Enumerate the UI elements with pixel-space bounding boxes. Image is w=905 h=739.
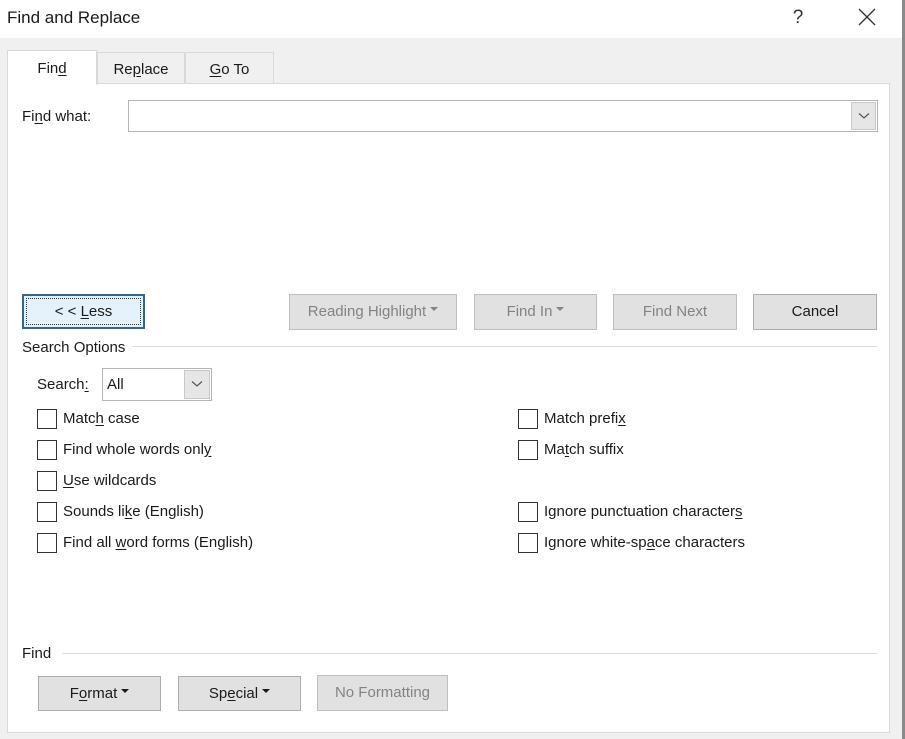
less-button[interactable]: < < Less: [22, 294, 145, 329]
checkbox-box[interactable]: [518, 533, 538, 553]
focus-ring: [26, 298, 141, 325]
caret-down-icon: [430, 307, 439, 312]
checkbox-box[interactable]: [37, 533, 57, 553]
find-tab-panel: Find what: < < Less Reading Highlight Fi…: [7, 83, 890, 733]
checkbox-box[interactable]: [37, 471, 57, 491]
tab-find[interactable]: Find: [7, 50, 97, 85]
checkbox-box[interactable]: [518, 502, 538, 522]
find-what-combobox[interactable]: [128, 100, 878, 132]
dialog-title: Find and Replace: [7, 8, 141, 27]
find-group-divider: [62, 653, 877, 654]
find-what-input[interactable]: [129, 101, 849, 131]
close-icon: [858, 8, 876, 26]
search-options-divider: [132, 346, 877, 347]
tab-go-to[interactable]: Go To: [185, 52, 274, 84]
search-direction-select[interactable]: All: [102, 368, 212, 401]
checkbox-box[interactable]: [37, 502, 57, 522]
search-options-group-label: Search Options: [22, 339, 126, 356]
search-direction-dropdown[interactable]: [184, 370, 210, 399]
no-formatting-button[interactable]: No Formatting: [317, 675, 448, 711]
reading-highlight-button[interactable]: Reading Highlight: [289, 294, 457, 330]
find-history-dropdown[interactable]: [851, 102, 876, 130]
cancel-button[interactable]: Cancel: [753, 294, 877, 330]
caret-down-icon: [262, 689, 271, 694]
format-button[interactable]: Format: [38, 676, 161, 711]
close-button[interactable]: [852, 4, 882, 32]
find-next-button[interactable]: Find Next: [613, 294, 737, 330]
find-group-label: Find: [22, 645, 52, 662]
title-bar: Find and Replace ?: [0, 0, 905, 38]
checkbox-box[interactable]: [518, 440, 538, 460]
caret-down-icon: [121, 689, 130, 694]
caret-down-icon: [556, 307, 565, 312]
special-button[interactable]: Special: [178, 676, 301, 711]
help-button[interactable]: ?: [783, 4, 813, 32]
chevron-down-icon: [858, 113, 870, 119]
find-in-button[interactable]: Find In: [474, 294, 597, 330]
checkbox-box[interactable]: [37, 440, 57, 460]
find-what-label: Find what:: [22, 108, 92, 125]
checkbox-box[interactable]: [518, 409, 538, 429]
search-direction-label: Search:: [37, 376, 89, 393]
tab-replace[interactable]: Replace: [97, 52, 185, 84]
checkbox-box[interactable]: [37, 409, 57, 429]
chevron-down-icon: [191, 381, 203, 387]
search-direction-value: All: [107, 376, 124, 393]
